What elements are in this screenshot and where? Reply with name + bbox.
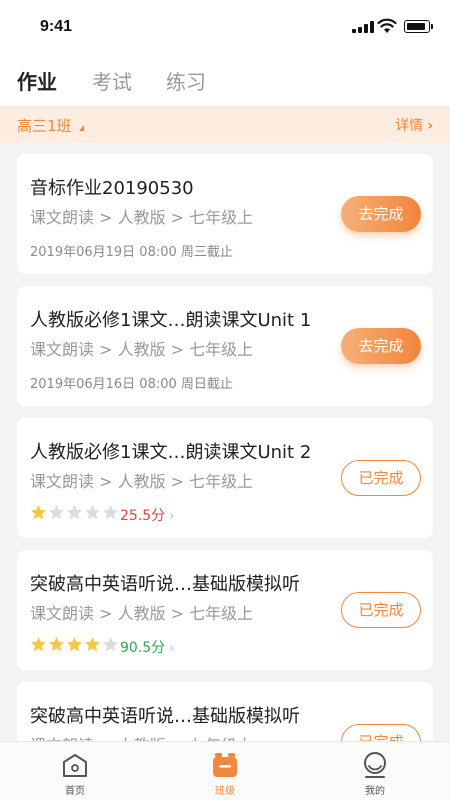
nav-label: 首页	[65, 786, 85, 797]
class-selector[interactable]: 高三1班	[17, 115, 72, 136]
star-rating	[30, 504, 120, 522]
do-homework-button[interactable]: 去完成	[341, 328, 421, 364]
star-filled-icon	[31, 637, 46, 652]
chevron-right-icon: ›	[427, 118, 433, 134]
star-empty-icon	[103, 637, 118, 652]
homework-card[interactable]: 音标作业20190530 课文朗读 > 人教版 > 七年级上 2019年06月1…	[17, 154, 433, 274]
nav-label: 班级	[215, 786, 235, 797]
star-filled-icon	[49, 637, 64, 652]
homework-path: 课文朗读 > 人教版 > 七年级上	[30, 340, 254, 359]
battery-icon	[404, 20, 433, 33]
home-icon	[63, 754, 87, 777]
class-icon	[213, 753, 237, 777]
signal-icon	[352, 21, 374, 33]
homework-title: 突破高中英语听说…基础版模拟听	[30, 706, 300, 727]
tab-homework[interactable]: 作业	[17, 66, 57, 95]
homework-deadline: 2019年06月19日 08:00 周三截止	[30, 245, 233, 260]
status-bar: 9:41	[0, 0, 450, 52]
tab-exam[interactable]: 考试	[92, 66, 132, 95]
star-rating	[30, 636, 120, 654]
star-empty-icon	[49, 505, 64, 520]
tab-bar: 作业 考试 练习	[0, 52, 450, 106]
score-value: 25.5分	[120, 508, 166, 524]
star-empty-icon	[103, 505, 118, 520]
homework-title: 人教版必修1课文…朗读课文Unit 1	[30, 310, 312, 331]
completed-button[interactable]: 已完成	[341, 460, 421, 496]
nav-label: 我的	[365, 786, 385, 797]
bottom-nav: 首页 班级 我的	[0, 741, 450, 800]
homework-title: 人教版必修1课文…朗读课文Unit 2	[30, 442, 312, 463]
star-filled-icon	[31, 505, 46, 520]
homework-path: 课文朗读 > 人教版 > 七年级上	[30, 208, 254, 227]
do-homework-button[interactable]: 去完成	[341, 196, 421, 232]
caret-down-icon[interactable]	[79, 125, 84, 131]
status-time: 9:41	[40, 18, 73, 35]
homework-path: 课文朗读 > 人教版 > 七年级上	[30, 472, 254, 491]
homework-title: 音标作业20190530	[30, 178, 194, 199]
homework-card[interactable]: 人教版必修1课文…朗读课文Unit 2 课文朗读 > 人教版 > 七年级上 25…	[17, 418, 433, 538]
chevron-right-icon: ›	[169, 641, 175, 656]
star-filled-icon	[67, 637, 82, 652]
homework-path: 课文朗读 > 人教版 > 七年级上	[30, 604, 254, 623]
homework-card[interactable]: 人教版必修1课文…朗读课文Unit 1 课文朗读 > 人教版 > 七年级上 20…	[17, 286, 433, 406]
star-empty-icon	[67, 505, 82, 520]
score-value: 90.5分	[120, 640, 166, 656]
nav-home[interactable]: 首页	[25, 742, 125, 800]
completed-button[interactable]: 已完成	[341, 592, 421, 628]
class-bar: 高三1班 详情 ›	[0, 106, 450, 142]
tab-practice[interactable]: 练习	[166, 66, 206, 95]
nav-profile[interactable]: 我的	[325, 742, 425, 800]
star-filled-icon	[85, 637, 100, 652]
details-link[interactable]: 详情 ›	[395, 115, 433, 135]
nav-class[interactable]: 班级	[175, 742, 275, 800]
homework-title: 突破高中英语听说…基础版模拟听	[30, 574, 300, 595]
star-empty-icon	[85, 505, 100, 520]
homework-card[interactable]: 突破高中英语听说…基础版模拟听 课文朗读 > 人教版 > 七年级上 90.5分 ›…	[17, 550, 433, 670]
chevron-right-icon: ›	[169, 509, 175, 524]
homework-deadline: 2019年06月16日 08:00 周日截止	[30, 377, 233, 392]
score-link[interactable]: 25.5分 ›	[120, 505, 174, 525]
wifi-icon	[377, 18, 397, 33]
score-link[interactable]: 90.5分 ›	[120, 637, 174, 657]
profile-icon	[364, 752, 386, 778]
details-label: 详情	[395, 118, 424, 134]
